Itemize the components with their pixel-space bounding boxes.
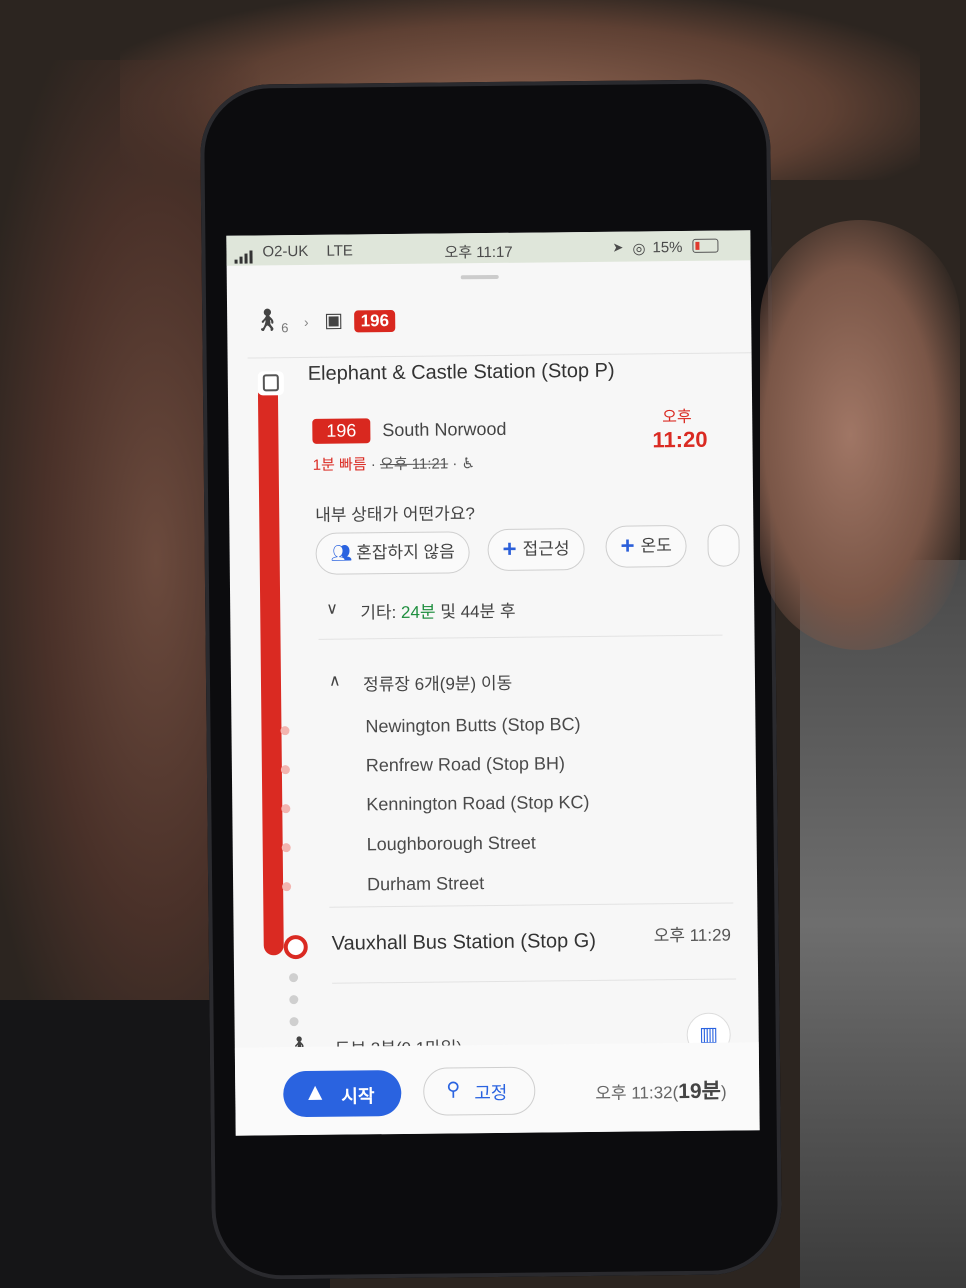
departure-time: 11:20 [652, 426, 708, 453]
origin-bus-icon [257, 371, 284, 396]
intermediate-stop: Loughborough Street [366, 832, 536, 855]
eta-close: ) [720, 1082, 727, 1102]
section-divider [329, 902, 734, 908]
stop-dot [281, 843, 291, 853]
phone-screen: O2-UK LTE 오후 11:17 ➤ ◎ 15% 🚶︎6 › ▣ 196 E… [226, 230, 760, 1136]
location-arrow-icon: ➤ [612, 239, 624, 255]
walk-icon: 🚶︎ [253, 307, 282, 333]
network-label: LTE [326, 242, 353, 260]
intermediate-stop: Renfrew Road (Stop BH) [365, 753, 566, 776]
arrival-stop-marker [283, 934, 308, 960]
crowd-question: 내부 상태가 어떤가요? [315, 504, 475, 525]
chevron-up-icon[interactable]: ∧ [329, 671, 341, 691]
background-cloth [800, 560, 966, 1288]
battery-icon [692, 238, 719, 253]
separator: · [452, 455, 458, 473]
plus-icon: + [502, 535, 517, 563]
crowd-chip-accessibility[interactable]: + 접근성 [487, 528, 585, 572]
wheelchair-icon: ♿︎ [461, 455, 476, 473]
eta-summary: 오후 11:32(19분) [595, 1075, 727, 1106]
pin-icon: ⚲ [446, 1079, 461, 1101]
pin-button[interactable]: ⚲ 고정 [423, 1066, 536, 1116]
departure-route-badge: 196 [312, 418, 371, 444]
trip-duration: 19분 [678, 1079, 722, 1104]
bus-icon: ▣ [324, 309, 344, 332]
clock: 오후 11:17 [444, 243, 513, 262]
arrival-stop-name: Vauxhall Bus Station (Stop G) [331, 929, 597, 955]
thumb [760, 220, 960, 650]
scheduled-time: 오후 11:21 [379, 455, 449, 474]
start-button[interactable]: ▲ 시작 [283, 1069, 402, 1118]
origin-stop-name: Elephant & Castle Station (Stop P) [307, 359, 615, 385]
other-times-rest: 및 44분 후 [435, 601, 516, 622]
plus-icon: + [620, 532, 635, 560]
header-divider [247, 352, 752, 359]
route-badge: 196 [354, 310, 396, 333]
walk-dot [289, 1017, 299, 1027]
drag-handle[interactable] [460, 274, 499, 280]
section-divider [318, 634, 723, 640]
intermediate-stop: Kennington Road (Stop KC) [366, 791, 590, 815]
chip-label: 온도 [640, 536, 672, 556]
departure-time-prefix: 오후 [662, 408, 692, 427]
chevron-down-icon[interactable]: ∨ [326, 599, 338, 619]
people-icon: 👥︎ [330, 543, 353, 563]
stop-dot [280, 726, 290, 736]
chip-label: 접근성 [522, 539, 570, 559]
carrier-label: O2-UK [262, 242, 309, 261]
crowd-chip-temperature[interactable]: + 온도 [605, 524, 688, 568]
other-departures[interactable]: 기타: 24분 및 44분 후 [360, 597, 516, 624]
crowd-chip-more[interactable] [707, 524, 740, 567]
stop-dot [281, 804, 291, 814]
walk-minutes: 6 [281, 320, 289, 336]
stop-dot [282, 882, 292, 892]
separator: · [370, 456, 376, 474]
eta-time: 오후 11:32( [595, 1083, 679, 1103]
transit-line [257, 385, 284, 956]
next-departure-minutes: 24분 [400, 602, 436, 622]
section-divider [332, 978, 737, 984]
route-summary: 🚶︎6 › ▣ 196 [253, 306, 396, 336]
arrival-time: 오후 11:29 [653, 925, 732, 946]
other-times-prefix: 기타: [360, 602, 402, 623]
stops-toggle[interactable]: 정류장 6개(9분) 이동 [363, 669, 512, 696]
crowd-chip-not-crowded[interactable]: 👥︎ 혼잡하지 않음 [315, 531, 471, 575]
departure-destination: South Norwood [382, 418, 507, 441]
start-label: 시작 [341, 1086, 375, 1107]
walk-dot [289, 973, 299, 983]
battery-percent: 15% [652, 238, 683, 257]
early-label: 1분 빠름 [312, 456, 367, 474]
chip-label: 혼잡하지 않음 [356, 542, 455, 563]
pin-label: 고정 [474, 1082, 508, 1104]
chevron-right-icon: › [303, 313, 309, 330]
stop-dot [280, 765, 290, 775]
intermediate-stop: Durham Street [366, 873, 485, 895]
alarm-icon: ◎ [632, 240, 646, 258]
intermediate-stop: Newington Butts (Stop BC) [365, 714, 581, 737]
walk-dot [289, 995, 299, 1005]
signal-icon [234, 245, 254, 264]
navigation-arrow-icon: ▲ [303, 1078, 328, 1107]
departure-status: 1분 빠름 · 오후 11:21 · ♿︎ [313, 452, 475, 475]
status-bar: O2-UK LTE 오후 11:17 ➤ ◎ 15% [226, 230, 751, 266]
